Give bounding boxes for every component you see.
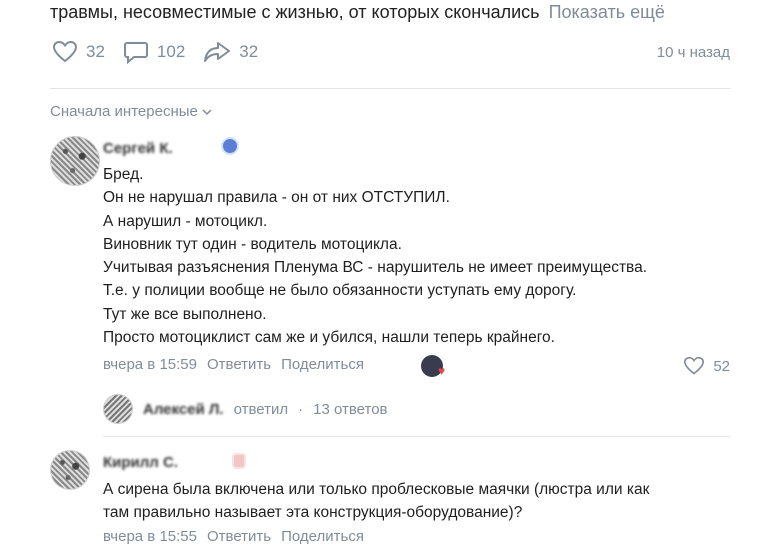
comment-meta: вчера в 15:55 Ответить Поделиться — [103, 528, 364, 545]
show-more-link[interactable]: Показать ещё — [549, 2, 665, 22]
heart-reaction-icon: ♥ — [438, 364, 446, 378]
like-button[interactable]: 32 — [52, 40, 105, 64]
reply-button[interactable]: Ответить — [207, 356, 271, 373]
avatar — [103, 394, 133, 424]
share-comment-button[interactable]: Поделиться — [281, 356, 364, 373]
comment-text: А сирена была включена или только пробле… — [103, 481, 650, 522]
like-count: 32 — [86, 42, 105, 61]
heart-icon — [52, 40, 78, 63]
thread-separator: · — [298, 400, 304, 418]
comment-button[interactable]: 102 — [123, 40, 185, 64]
thread-author: Алексей Л. — [143, 400, 224, 418]
divider — [50, 88, 730, 89]
post-time[interactable]: 10 ч назад — [657, 44, 730, 61]
divider — [103, 436, 730, 437]
community-badge-icon — [221, 137, 239, 155]
comment-icon — [123, 42, 148, 64]
sort-label: Сначала интересные — [50, 103, 198, 120]
share-button[interactable]: 32 — [203, 40, 258, 64]
chevron-down-icon — [202, 108, 212, 115]
comment-author[interactable]: Сергей К. — [103, 140, 173, 157]
avatar[interactable] — [50, 450, 90, 490]
post-text: травмы, несовместимые с жизнью, от котор… — [50, 2, 740, 23]
thread-count: 13 ответов — [313, 400, 388, 418]
sort-dropdown[interactable]: Сначала интересные — [50, 103, 212, 120]
avatar[interactable] — [50, 136, 100, 186]
comment-time[interactable]: вчера в 15:55 — [103, 528, 197, 545]
comment-text: Бред. Он не нарушал правила - он от них … — [103, 166, 648, 347]
thread-replied: ответил — [233, 400, 289, 418]
replies-thread-link[interactable]: Алексей Л. ответил · 13 ответов — [103, 394, 388, 424]
reply-button[interactable]: Ответить — [207, 528, 271, 545]
comment-like-button[interactable]: 52 — [683, 356, 730, 376]
gift-badge-icon — [232, 453, 246, 469]
heart-icon — [684, 356, 705, 375]
share-comment-button[interactable]: Поделиться — [281, 528, 364, 545]
comment-time[interactable]: вчера в 15:59 — [103, 356, 197, 373]
post-actions: 32 102 32 — [52, 40, 258, 64]
post-text-visible: травмы, несовместимые с жизнью, от котор… — [50, 2, 540, 22]
comment-meta: вчера в 15:59 Ответить Поделиться — [103, 356, 364, 373]
share-count: 32 — [239, 42, 259, 61]
comment-like-count: 52 — [713, 357, 730, 375]
comment-count: 102 — [156, 42, 186, 61]
comment-author[interactable]: Кирилл С. — [103, 454, 178, 471]
share-icon — [204, 42, 231, 62]
